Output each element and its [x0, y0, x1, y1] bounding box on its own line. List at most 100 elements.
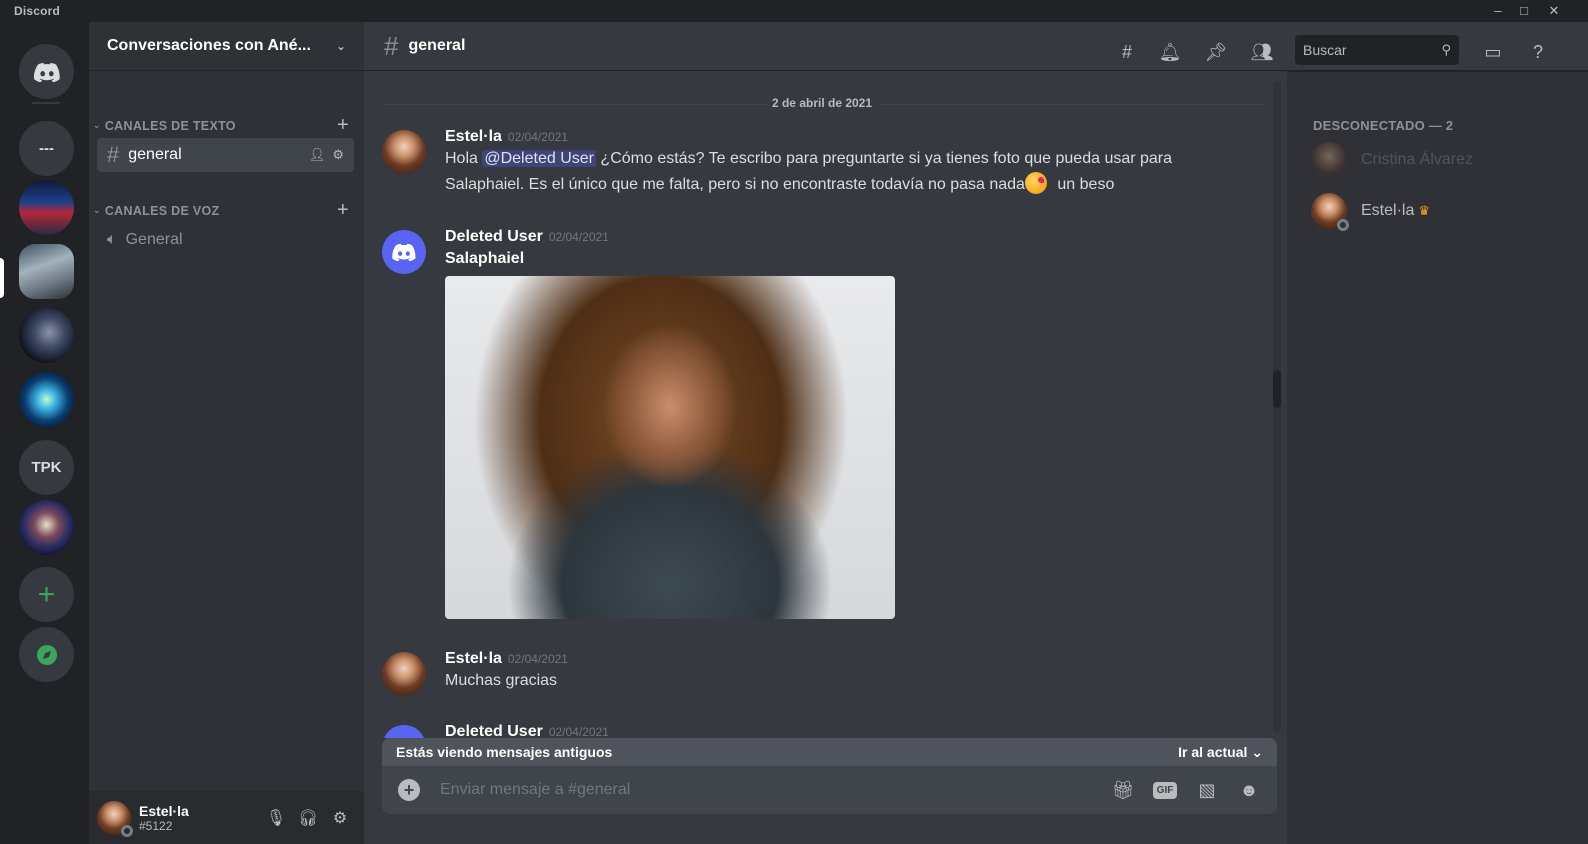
create-channel-icon[interactable]: + — [337, 199, 349, 222]
close-button[interactable]: ✕ — [1544, 2, 1564, 20]
server-icon-active[interactable] — [19, 244, 74, 299]
avatar[interactable] — [382, 725, 426, 738]
gif-button[interactable]: GIF — [1152, 778, 1178, 802]
server-tpk[interactable]: TPK — [19, 440, 74, 495]
gif-label: GIF — [1152, 781, 1178, 799]
inbox-icon[interactable]: ▭ — [1481, 40, 1505, 64]
channel-name: General — [125, 231, 183, 248]
create-channel-icon[interactable]: + — [337, 114, 349, 137]
home-button[interactable] — [19, 44, 74, 99]
message-text: Muchas gracias — [445, 672, 558, 689]
avatar[interactable] — [382, 230, 426, 274]
maximize-button[interactable]: □ — [1514, 2, 1534, 20]
date-divider-label: 2 de abril de 2021 — [765, 96, 879, 110]
avatar[interactable] — [97, 800, 133, 837]
invite-icon[interactable]: 👤︎ — [309, 147, 326, 163]
minimize-button[interactable]: – — [1488, 2, 1508, 20]
microphone-icon[interactable]: 🎙︎ — [260, 808, 292, 828]
search-box[interactable]: Buscar ⚲ — [1295, 35, 1459, 65]
emoji-picker-icon[interactable]: ☻ — [1237, 778, 1261, 802]
bell-icon[interactable]: 🔔︎ — [1158, 40, 1182, 64]
pin-icon[interactable]: 📌︎ — [1204, 40, 1228, 64]
server-separator — [32, 102, 60, 104]
chevron-down-icon: ⌄ — [93, 205, 101, 215]
title-bar: Discord – □ ✕ — [0, 0, 1588, 22]
category-voice-channels[interactable]: ⌄ CANALES DE VOZ + — [93, 199, 355, 222]
add-server-button[interactable]: + — [19, 567, 74, 622]
server-icon-atom[interactable] — [19, 372, 74, 427]
message-text-part: un beso — [1052, 176, 1115, 193]
category-label: CANALES DE VOZ — [104, 203, 220, 218]
jump-to-present-label: Ir al actual — [1178, 743, 1248, 760]
message-input[interactable]: Enviar mensaje a #general — [440, 781, 1093, 799]
text-channel-icon: # — [107, 142, 120, 167]
user-tag: #5122 — [139, 818, 173, 833]
gift-icon[interactable]: 🎁︎ — [1111, 778, 1135, 802]
discord-logo-icon — [392, 243, 416, 261]
headphones-icon[interactable]: 🎧︎ — [292, 808, 324, 828]
message[interactable]: Deleted User 02/04/2021 — [382, 723, 1242, 738]
avatar — [1311, 142, 1347, 178]
username: Estel·la — [139, 802, 189, 819]
upload-plus-icon[interactable]: + — [398, 779, 420, 801]
member-list-icon[interactable]: 👥︎ — [1250, 40, 1274, 64]
message-timestamp: 02/04/2021 — [507, 130, 568, 144]
message-author[interactable]: Estel·la — [445, 650, 502, 667]
message-author[interactable]: Deleted User — [445, 228, 543, 245]
help-icon[interactable]: ? — [1526, 40, 1550, 64]
old-messages-notice: Estás viendo mensajes antiguos — [396, 744, 613, 760]
message-text: Salaphaiel — [445, 250, 525, 267]
active-server-indicator — [0, 258, 4, 298]
status-offline-icon — [1337, 219, 1349, 231]
message[interactable]: Estel·la 02/04/2021 Muchas gracias — [382, 650, 1242, 696]
discord-logo-icon — [33, 62, 60, 82]
app-brand: Discord — [14, 4, 61, 18]
channel-sidebar: Conversaciones con Ané... ⌄ ⌄ CANALES DE… — [89, 22, 364, 844]
voice-channel-general[interactable]: 🔈︎ General — [97, 223, 354, 257]
scrollbar-thumb[interactable] — [1273, 370, 1281, 408]
user-mention[interactable]: @Deleted User — [482, 150, 596, 167]
gear-icon[interactable]: ⚙ — [332, 147, 344, 163]
compass-icon — [36, 644, 57, 665]
message[interactable]: Deleted User 02/04/2021 Salaphaiel — [382, 228, 1242, 619]
message-text: Hola @Deleted User ¿Cómo estás? Te escri… — [445, 146, 1242, 198]
speaker-icon: 🔈︎ — [107, 231, 117, 248]
server-dash[interactable]: --- — [19, 121, 74, 176]
image-attachment[interactable] — [445, 276, 895, 619]
avatar[interactable] — [382, 652, 426, 696]
crown-icon: ♛ — [1418, 203, 1431, 218]
message-composer: + Enviar mensaje a #general 🎁︎ GIF ▧ ☻ — [382, 766, 1277, 814]
server-icon-5[interactable] — [19, 500, 74, 555]
member-item[interactable]: Estel·la ♛ — [1311, 193, 1431, 231]
message-timestamp: 02/04/2021 — [548, 230, 609, 244]
search-icon: ⚲ — [1441, 42, 1451, 57]
message-author[interactable]: Deleted User — [445, 723, 543, 738]
server-icon-3[interactable] — [19, 308, 74, 363]
message-timestamp: 02/04/2021 — [548, 725, 609, 738]
text-channel-icon: # — [384, 30, 399, 61]
explore-servers-button[interactable] — [19, 627, 74, 682]
channel-general[interactable]: # general 👤︎ ⚙ — [97, 138, 354, 172]
member-item[interactable]: Cristina Álvarez — [1311, 142, 1473, 178]
category-label: CANALES DE TEXTO — [104, 118, 236, 133]
chevron-down-icon: ⌄ — [335, 39, 346, 53]
gear-icon[interactable]: ⚙ — [324, 808, 356, 828]
message-author[interactable]: Estel·la — [445, 128, 502, 145]
kiss-emoji-icon — [1024, 172, 1047, 194]
category-text-channels[interactable]: ⌄ CANALES DE TEXTO + — [93, 114, 355, 137]
jump-to-present-button[interactable]: Ir al actual ⌄ — [1178, 744, 1263, 761]
server-icon-1[interactable] — [19, 180, 74, 235]
threads-icon[interactable]: # — [1115, 40, 1139, 64]
message[interactable]: Estel·la 02/04/2021 Hola @Deleted User ¿C… — [382, 128, 1242, 198]
sticker-icon[interactable]: ▧ — [1195, 778, 1219, 802]
chevron-down-icon: ⌄ — [1251, 743, 1263, 760]
user-meta[interactable]: Estel·la #5122 — [139, 803, 260, 833]
date-divider: 2 de abril de 2021 — [382, 96, 1262, 110]
search-input[interactable]: Buscar — [1303, 42, 1441, 58]
old-messages-bar: Estás viendo mensajes antiguos Ir al act… — [382, 738, 1277, 766]
avatar[interactable] — [382, 130, 426, 174]
chevron-down-icon: ⌄ — [93, 120, 101, 130]
guild-header[interactable]: Conversaciones con Ané... ⌄ — [89, 22, 364, 71]
user-panel: Estel·la #5122 🎙︎ 🎧︎ ⚙ — [89, 791, 364, 844]
message-timestamp: 02/04/2021 — [507, 652, 568, 666]
